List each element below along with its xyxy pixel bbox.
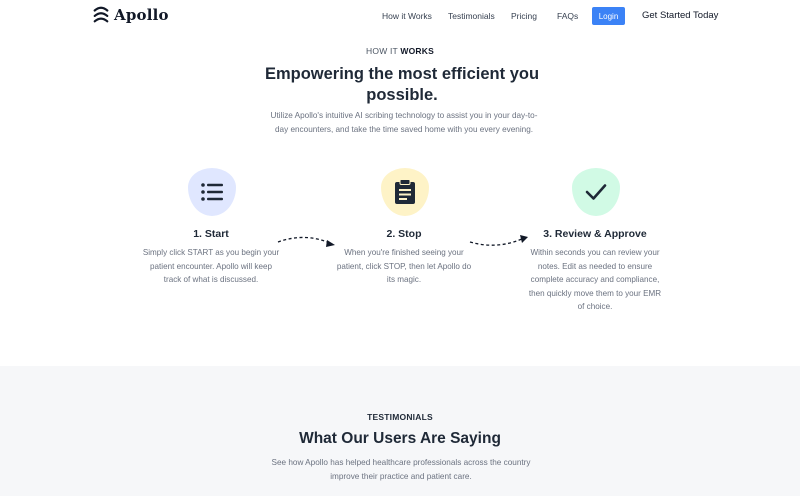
- testimonials-eyebrow: TESTIMONIALS: [367, 412, 433, 422]
- list-icon: [201, 183, 223, 201]
- eyebrow-prefix: HOW IT: [366, 46, 398, 56]
- nav-link-how-it-works[interactable]: How it Works: [382, 11, 432, 21]
- step-stop-title: 2. Stop: [386, 228, 422, 240]
- step-stop-badge: [381, 168, 429, 216]
- step-stop-desc: When you're finished seeing your patient…: [336, 248, 472, 285]
- step-stop: 2. Stop When you're finished seeing your…: [334, 168, 474, 298]
- dashed-arrow-icon: [277, 236, 335, 247]
- testimonials-section: TESTIMONIALS What Our Users Are Saying S…: [0, 366, 800, 496]
- how-it-works-subtext: Utilize Apollo's intuitive AI scribing t…: [270, 111, 538, 134]
- dashed-arrow-icon: [469, 235, 528, 246]
- nav-link-pricing[interactable]: Pricing: [511, 11, 537, 21]
- eyebrow-strong: WORKS: [400, 46, 434, 56]
- brand-logo[interactable]: Apollo: [92, 6, 169, 24]
- how-it-works-eyebrow: HOW IT WORKS: [0, 46, 800, 56]
- step-start-badge: [188, 168, 236, 216]
- apollo-logo-icon: [93, 6, 109, 23]
- testimonials-subtext: See how Apollo has helped healthcare pro…: [271, 458, 531, 481]
- nav-link-testimonials[interactable]: Testimonials: [448, 11, 495, 21]
- step-review-title: 3. Review & Approve: [543, 228, 647, 240]
- step-review-badge: [572, 168, 620, 216]
- get-started-link[interactable]: Get Started Today: [642, 10, 718, 21]
- step-review-approve: 3. Review & Approve Within seconds you c…: [525, 168, 665, 318]
- testimonials-headline: What Our Users Are Saying: [299, 430, 501, 447]
- nav-link-faqs[interactable]: FAQs: [557, 11, 578, 21]
- step-start-title: 1. Start: [193, 228, 229, 240]
- step-review-desc: Within seconds you can review your notes…: [528, 248, 662, 312]
- step-start: 1. Start Simply click START as you begin…: [141, 168, 281, 298]
- brand-name: Apollo: [114, 6, 169, 24]
- clipboard-icon: [395, 179, 415, 204]
- how-it-works-headline: Empowering the most efficient you possib…: [264, 65, 540, 104]
- step-start-desc: Simply click START as you begin your pat…: [142, 248, 280, 285]
- login-button[interactable]: Login: [592, 7, 625, 25]
- top-nav: Apollo How it Works Testimonials Pricing…: [0, 0, 800, 34]
- check-icon: [585, 184, 607, 200]
